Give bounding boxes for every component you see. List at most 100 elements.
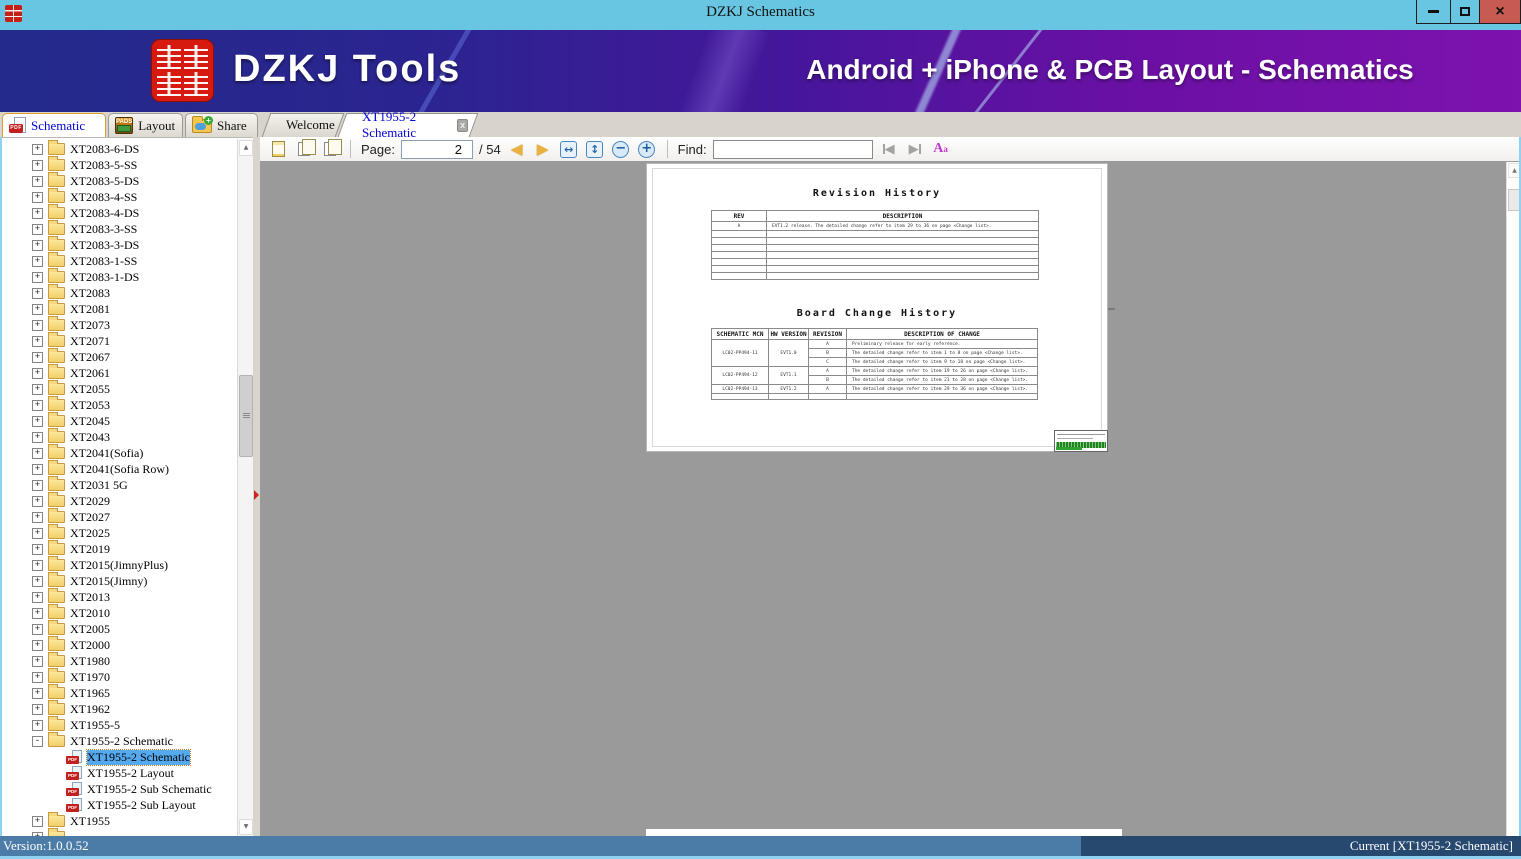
tree-item[interactable]: + PDF XT2061 — [2, 364, 237, 381]
expand-toggle-icon[interactable]: + — [32, 191, 43, 203]
splitter-collapse-icon[interactable] — [254, 490, 259, 500]
tree-item[interactable]: + PDF XT2067 — [2, 348, 237, 365]
tree-item[interactable]: + PDF XT1970 — [2, 668, 237, 685]
tab-share[interactable]: + Share — [185, 113, 258, 137]
expand-toggle-icon[interactable]: + — [32, 223, 43, 235]
tab-layout[interactable]: PADS Layout — [108, 113, 183, 137]
tree-item[interactable]: PDF XT1955-2 Sub Layout — [2, 797, 237, 813]
tree-item[interactable]: + PDF XT2013 — [2, 588, 237, 605]
next-page-button[interactable]: ▶ — [533, 139, 553, 159]
pdf-viewer[interactable]: Revision History REV DESCRIPTION A EVT1.… — [260, 162, 1521, 836]
expand-toggle-icon[interactable]: + — [32, 575, 43, 587]
tree-item[interactable]: + PDF XT2010 — [2, 604, 237, 621]
tree-item[interactable]: + PDF XT2083-6-DS — [2, 140, 237, 157]
tree-item[interactable]: + PDF XT2083-3-DS — [2, 236, 237, 253]
close-button[interactable]: × — [1480, 0, 1521, 24]
expand-toggle-icon[interactable]: + — [32, 319, 43, 331]
expand-toggle-icon[interactable]: + — [32, 671, 43, 683]
expand-toggle-icon[interactable]: + — [32, 495, 43, 507]
expand-toggle-icon[interactable]: + — [32, 271, 43, 283]
expand-toggle-icon[interactable]: + — [32, 351, 43, 363]
fit-width-button[interactable]: ↔ — [559, 139, 579, 159]
expand-toggle-icon[interactable]: + — [32, 367, 43, 379]
expand-toggle-icon[interactable]: + — [32, 639, 43, 651]
tree-item[interactable]: + PDF XT2015(JimnyPlus) — [2, 556, 237, 573]
duplicate-page-button[interactable] — [320, 139, 342, 159]
expand-toggle-icon[interactable]: + — [32, 447, 43, 459]
tree-item[interactable]: + PDF XT2000 — [2, 636, 237, 653]
expand-toggle-icon[interactable]: + — [32, 207, 43, 219]
doc-tab-xt1955-2-schematic[interactable]: XT1955-2 Schematic x — [342, 109, 474, 140]
tree-item[interactable]: + PDF XT2083-1-SS — [2, 252, 237, 269]
find-input[interactable] — [712, 139, 873, 159]
zoom-in-button[interactable]: + — [637, 139, 657, 159]
expand-toggle-icon[interactable]: + — [32, 415, 43, 427]
expand-toggle-icon[interactable]: + — [32, 175, 43, 187]
expand-toggle-icon[interactable]: + — [32, 159, 43, 171]
single-page-view-button[interactable] — [268, 139, 288, 159]
scroll-down-icon[interactable]: ▼ — [239, 819, 253, 835]
close-tab-icon[interactable]: x — [457, 118, 468, 132]
tree-item[interactable]: PDF XT1955-2 Sub Schematic — [2, 781, 237, 797]
expand-toggle-icon[interactable]: + — [32, 815, 43, 827]
tree-item[interactable]: + PDF XT2071 — [2, 332, 237, 349]
tree-item[interactable]: + PDF XT1980 — [2, 652, 237, 669]
tree-item[interactable]: + PDF XT2005 — [2, 620, 237, 637]
tree-item[interactable]: + PDF XT2055 — [2, 380, 237, 397]
find-previous-button[interactable]: ◀ — [879, 139, 899, 159]
tree-item[interactable]: + PDF XT2015(Jimny) — [2, 572, 237, 589]
expand-toggle-icon[interactable]: + — [32, 287, 43, 299]
tree-item[interactable]: + PDF XT2083-4-DS — [2, 204, 237, 221]
tree-item[interactable]: + PDF XT2083-5-DS — [2, 172, 237, 189]
tree-item[interactable]: + PDF XT2045 — [2, 412, 237, 429]
tab-schematic[interactable]: PDF Schematic — [2, 113, 106, 137]
expand-toggle-icon[interactable]: + — [32, 559, 43, 571]
tree-item[interactable]: PDF XT1955-2 Schematic — [2, 748, 237, 766]
fit-page-button[interactable]: ↕ — [585, 139, 605, 159]
tree-item[interactable]: + PDF XT2041(Sofia Row) — [2, 460, 237, 477]
document-horizontal-scrollbar[interactable] — [646, 829, 1122, 836]
panel-splitter[interactable] — [253, 137, 260, 836]
tree-item[interactable]: + PDF XT2031 5G — [2, 476, 237, 493]
expand-toggle-icon[interactable]: + — [32, 431, 43, 443]
expand-toggle-icon[interactable]: + — [32, 239, 43, 251]
tree-item[interactable]: + PDF XT2083-4-SS — [2, 188, 237, 205]
tree-item[interactable]: + PDF XT2025 — [2, 524, 237, 541]
expand-toggle-icon[interactable]: + — [32, 143, 43, 155]
expand-toggle-icon[interactable]: + — [32, 399, 43, 411]
expand-toggle-icon[interactable]: + — [32, 511, 43, 523]
tree-item[interactable]: + PDF XT2027 — [2, 508, 237, 525]
tree-item[interactable]: + PDF XT2083-5-SS — [2, 156, 237, 173]
tree-item[interactable]: + PDF XT1955-5 — [2, 716, 237, 733]
expand-toggle-icon[interactable]: + — [32, 591, 43, 603]
tree-scrollbar-thumb[interactable] — [239, 375, 253, 457]
page-number-input[interactable] — [400, 139, 473, 159]
tree-item[interactable]: + PDF XT2053 — [2, 396, 237, 413]
minimize-button[interactable] — [1416, 0, 1451, 24]
expand-toggle-icon[interactable]: + — [32, 463, 43, 475]
expand-toggle-icon[interactable]: + — [32, 655, 43, 667]
tree-item[interactable]: + PDF XT2029 — [2, 492, 237, 509]
expand-toggle-icon[interactable]: + — [32, 719, 43, 731]
expand-toggle-icon[interactable]: + — [32, 303, 43, 315]
scroll-up-icon[interactable]: ▲ — [239, 140, 253, 156]
tree-item[interactable]: + PDF XT2083-1-DS — [2, 268, 237, 285]
tree-item[interactable]: + PDF XT2019 — [2, 540, 237, 557]
expand-toggle-icon[interactable]: + — [32, 255, 43, 267]
tree-item[interactable]: - PDF XT1955-2 Schematic — [2, 732, 237, 749]
tree-item[interactable]: PDF XT1955-2 Layout — [2, 765, 237, 781]
zoom-out-button[interactable]: − — [611, 139, 631, 159]
tree-item[interactable]: + PDF XT2041(Sofia) — [2, 444, 237, 461]
tree-item[interactable]: + PDF XT1962 — [2, 700, 237, 717]
expand-toggle-icon[interactable]: - — [32, 735, 43, 747]
expand-toggle-icon[interactable]: + — [32, 335, 43, 347]
font-size-button[interactable]: Aa — [931, 139, 951, 159]
expand-toggle-icon[interactable]: + — [32, 527, 43, 539]
expand-toggle-icon[interactable]: + — [32, 623, 43, 635]
copy-page-button[interactable] — [294, 139, 316, 159]
expand-toggle-icon[interactable]: + — [32, 479, 43, 491]
tree-item[interactable]: + PDF XT2043 — [2, 428, 237, 445]
previous-page-button[interactable]: ◀ — [507, 139, 527, 159]
tree-item[interactable]: + PDF — [2, 828, 237, 836]
tree-item[interactable]: + PDF XT2081 — [2, 300, 237, 317]
